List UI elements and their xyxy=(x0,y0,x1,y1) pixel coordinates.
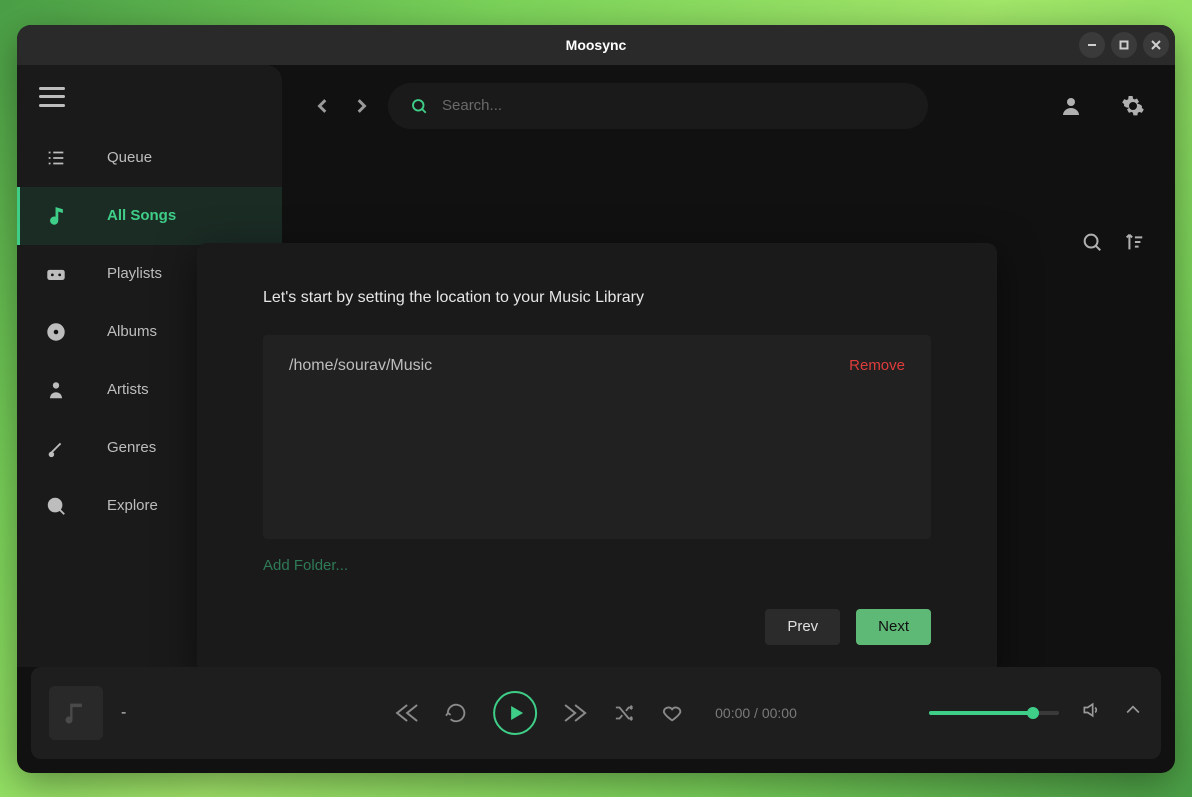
user-icon xyxy=(1059,94,1083,118)
play-button[interactable] xyxy=(493,691,537,735)
volume-slider[interactable] xyxy=(929,711,1059,715)
track-title: - xyxy=(121,704,126,722)
maximize-button[interactable] xyxy=(1111,32,1137,58)
content-search-button[interactable] xyxy=(1081,231,1103,253)
setup-modal: Let's start by setting the location to y… xyxy=(197,243,997,667)
sort-icon xyxy=(1123,231,1145,253)
nav-forward-button[interactable] xyxy=(350,95,372,117)
time-current: 00:00 xyxy=(715,705,750,721)
chevron-right-icon xyxy=(354,99,368,113)
previous-icon xyxy=(395,703,419,723)
time-total: 00:00 xyxy=(762,705,797,721)
heart-icon xyxy=(661,702,683,724)
playlists-icon xyxy=(45,263,67,285)
close-icon xyxy=(1150,39,1162,51)
search-input[interactable] xyxy=(442,97,906,114)
speaker-icon xyxy=(1081,700,1101,720)
maximize-icon xyxy=(1118,39,1130,51)
favorite-button[interactable] xyxy=(661,702,683,724)
content-tools xyxy=(1081,231,1145,253)
volume-thumb[interactable] xyxy=(1027,707,1039,719)
shuffle-button[interactable] xyxy=(613,702,635,724)
play-icon xyxy=(509,705,525,721)
repeat-icon xyxy=(445,702,467,724)
music-path-text: /home/sourav/Music xyxy=(289,357,432,375)
previous-button[interactable] xyxy=(395,703,419,723)
app-body: Queue All Songs Playlists Albums xyxy=(17,65,1175,667)
sidebar-item-all-songs[interactable]: All Songs xyxy=(17,187,282,245)
sidebar-item-label: Artists xyxy=(107,381,149,398)
music-path-list: /home/sourav/Music Remove xyxy=(263,335,931,539)
chevron-left-icon xyxy=(316,99,330,113)
topbar-icons xyxy=(1059,94,1145,118)
sidebar-item-label: Explore xyxy=(107,497,158,514)
time-separator: / xyxy=(750,705,762,721)
chevron-up-icon xyxy=(1123,700,1143,720)
search-icon xyxy=(1081,231,1103,253)
minimize-icon xyxy=(1086,39,1098,51)
topbar xyxy=(312,83,1145,129)
queue-icon xyxy=(45,147,67,169)
search-bar[interactable] xyxy=(388,83,928,129)
minimize-button[interactable] xyxy=(1079,32,1105,58)
playback-time: 00:00 / 00:00 xyxy=(715,705,797,721)
player-bar: - 00:00 / 00:00 xyxy=(31,667,1161,759)
genres-icon xyxy=(45,437,67,459)
music-note-icon xyxy=(62,699,90,727)
next-button[interactable]: Next xyxy=(856,609,931,645)
volume-fill xyxy=(929,711,1033,715)
gear-icon xyxy=(1121,94,1145,118)
music-note-icon xyxy=(45,205,67,227)
expand-player-button[interactable] xyxy=(1123,700,1143,725)
repeat-button[interactable] xyxy=(445,702,467,724)
album-cover xyxy=(49,686,103,740)
app-window: Moosync Queue xyxy=(17,25,1175,773)
player-controls: 00:00 / 00:00 xyxy=(395,691,797,735)
search-icon xyxy=(410,97,428,115)
settings-button[interactable] xyxy=(1121,94,1145,118)
remove-path-button[interactable]: Remove xyxy=(849,357,905,374)
sidebar-item-label: All Songs xyxy=(107,207,176,224)
modal-buttons: Prev Next xyxy=(263,609,931,645)
next-icon xyxy=(563,703,587,723)
window-title: Moosync xyxy=(566,37,627,53)
artists-icon xyxy=(45,379,67,401)
sidebar-item-label: Genres xyxy=(107,439,156,456)
music-path-row: /home/sourav/Music Remove xyxy=(289,357,905,375)
sidebar-item-label: Albums xyxy=(107,323,157,340)
sort-button[interactable] xyxy=(1123,231,1145,253)
shuffle-icon xyxy=(613,702,635,724)
nav-back-button[interactable] xyxy=(312,95,334,117)
sidebar-item-queue[interactable]: Queue xyxy=(17,129,282,187)
sidebar-item-label: Queue xyxy=(107,149,152,166)
titlebar: Moosync xyxy=(17,25,1175,65)
albums-icon xyxy=(45,321,67,343)
player-right-controls xyxy=(929,700,1143,725)
sidebar-item-label: Playlists xyxy=(107,265,162,282)
prev-button[interactable]: Prev xyxy=(765,609,840,645)
menu-toggle-button[interactable] xyxy=(39,87,65,107)
modal-title: Let's start by setting the location to y… xyxy=(263,289,931,307)
close-button[interactable] xyxy=(1143,32,1169,58)
explore-icon xyxy=(45,495,67,517)
add-folder-button[interactable]: Add Folder... xyxy=(263,557,931,574)
next-button[interactable] xyxy=(563,703,587,723)
window-controls xyxy=(1079,25,1169,65)
account-button[interactable] xyxy=(1059,94,1083,118)
mute-button[interactable] xyxy=(1081,700,1101,725)
